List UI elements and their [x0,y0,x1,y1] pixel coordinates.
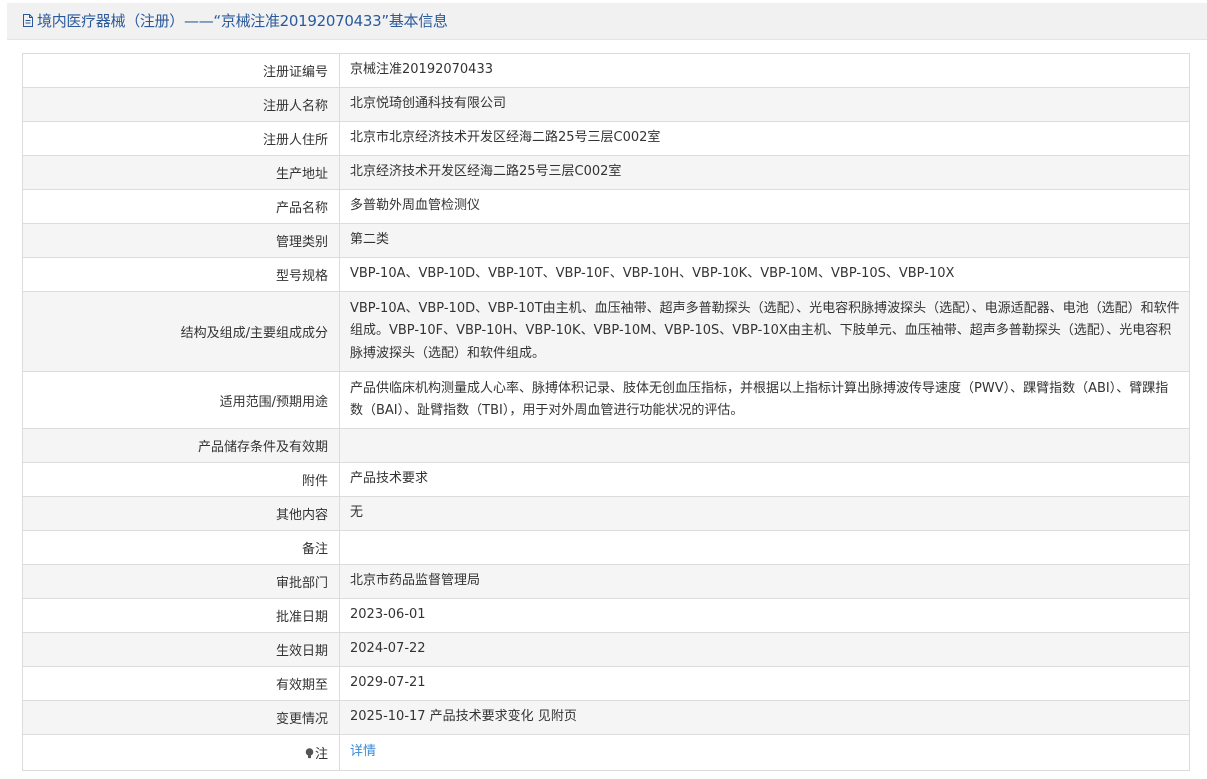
row-label: 管理类别 [22,223,340,258]
table-row: 注册证编号 京械注准20192070433 [22,53,1190,88]
row-label: 附件 [22,462,340,497]
table-row: 适用范围/预期用途 产品供临床机构测量成人心率、脉搏体积记录、肢体无创血压指标，… [22,371,1190,429]
row-label: 产品储存条件及有效期 [22,428,340,463]
table-row: 注册人住所 北京市北京经济技术开发区经海二路25号三层C002室 [22,121,1190,156]
row-value: 2024-07-22 [339,632,1190,667]
row-label: 注册证编号 [22,53,340,88]
row-value: 2029-07-21 [339,666,1190,701]
row-label: 结构及组成/主要组成成分 [22,291,340,372]
row-value: 详情 [339,734,1190,771]
document-icon [23,14,33,27]
row-label: 注册人住所 [22,121,340,156]
row-label: 适用范围/预期用途 [22,371,340,429]
table-row: 注册人名称 北京悦琦创通科技有限公司 [22,87,1190,122]
row-value: 产品技术要求 [339,462,1190,497]
row-label: 有效期至 [22,666,340,701]
row-label: 备注 [22,530,340,565]
table-row: 结构及组成/主要组成成分 VBP-10A、VBP-10D、VBP-10T由主机、… [22,291,1190,372]
table-row: 管理类别 第二类 [22,223,1190,258]
details-link[interactable]: 详情 [350,744,376,759]
row-value: 北京经济技术开发区经海二路25号三层C002室 [339,155,1190,190]
row-label: 产品名称 [22,189,340,224]
page-title: 境内医疗器械（注册）——“京械注准20192070433”基本信息 [37,12,448,30]
table-row: 型号规格 VBP-10A、VBP-10D、VBP-10T、VBP-10F、VBP… [22,257,1190,292]
table-row: 生效日期 2024-07-22 [22,632,1190,667]
row-value [339,530,1190,565]
row-label: 型号规格 [22,257,340,292]
row-value: 北京市药品监督管理局 [339,564,1190,599]
table-row: 变更情况 2025-10-17 产品技术要求变化 见附页 [22,700,1190,735]
table-row: 备注 [22,530,1190,565]
row-label: 变更情况 [22,700,340,735]
row-label: 审批部门 [22,564,340,599]
row-label: 注 [314,747,328,762]
row-value: 京械注准20192070433 [339,53,1190,88]
table-row: 生产地址 北京经济技术开发区经海二路25号三层C002室 [22,155,1190,190]
table-row: 批准日期 2023-06-01 [22,598,1190,633]
lightbulb-icon [305,748,314,759]
table-row: 产品名称 多普勒外周血管检测仪 [22,189,1190,224]
row-value: 北京市北京经济技术开发区经海二路25号三层C002室 [339,121,1190,156]
row-value [339,428,1190,463]
row-value: VBP-10A、VBP-10D、VBP-10T、VBP-10F、VBP-10H、… [339,257,1190,292]
table-row: 有效期至 2029-07-21 [22,666,1190,701]
row-label: 批准日期 [22,598,340,633]
row-label: 注册人名称 [22,87,340,122]
row-value: 无 [339,496,1190,531]
row-label: 其他内容 [22,496,340,531]
table-row: 附件 产品技术要求 [22,462,1190,497]
table-row: 其他内容 无 [22,496,1190,531]
row-value: 产品供临床机构测量成人心率、脉搏体积记录、肢体无创血压指标，并根据以上指标计算出… [339,371,1190,429]
table-row: 产品储存条件及有效期 [22,428,1190,463]
row-value: 2023-06-01 [339,598,1190,633]
row-value: 北京悦琦创通科技有限公司 [339,87,1190,122]
row-value: 2025-10-17 产品技术要求变化 见附页 [339,700,1190,735]
page-header: 境内医疗器械（注册）——“京械注准20192070433”基本信息 [7,3,1207,40]
info-table: 注册证编号 京械注准20192070433 注册人名称 北京悦琦创通科技有限公司… [22,53,1190,771]
row-value: 多普勒外周血管检测仪 [339,189,1190,224]
table-row: 注 详情 [22,734,1190,771]
row-value: 第二类 [339,223,1190,258]
row-label: 生效日期 [22,632,340,667]
row-value: VBP-10A、VBP-10D、VBP-10T由主机、血压袖带、超声多普勒探头（… [339,291,1190,372]
note-label-cell: 注 [22,734,340,771]
row-label: 生产地址 [22,155,340,190]
table-row: 审批部门 北京市药品监督管理局 [22,564,1190,599]
